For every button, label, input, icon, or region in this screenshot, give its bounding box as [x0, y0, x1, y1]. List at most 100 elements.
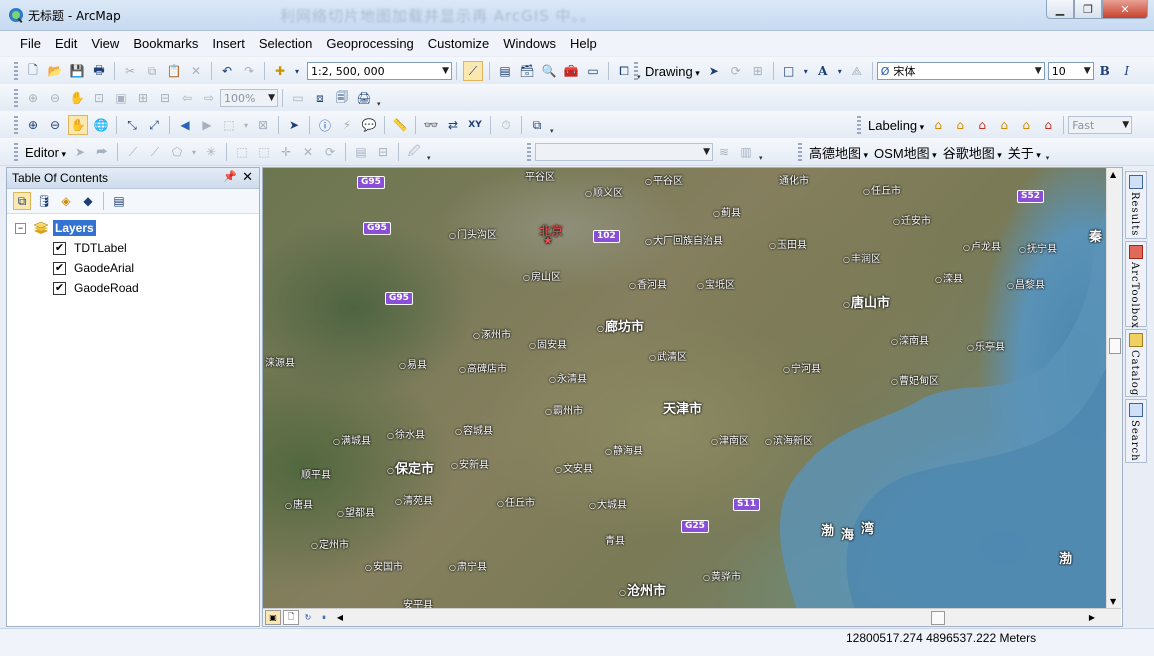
fixed-zoom-out-icon[interactable]: ⊟ — [156, 89, 174, 107]
pin-icon[interactable]: 📌 — [223, 170, 237, 183]
menu-customize[interactable]: Customize — [422, 36, 497, 51]
new-document-icon[interactable]: 🗋 — [24, 62, 42, 80]
menu-view[interactable]: View — [85, 36, 127, 51]
lock-labels-icon[interactable]: ⌂ — [995, 116, 1013, 134]
rotate-icon[interactable]: ⟳ — [321, 143, 339, 161]
pan-icon[interactable]: ✋ — [68, 115, 88, 135]
list-by-source-icon[interactable]: 🛢 — [35, 192, 53, 210]
print-icon[interactable]: 🖶 — [90, 62, 108, 80]
attributes-icon[interactable]: ▤ — [352, 143, 370, 161]
layer-row[interactable]: ✔ TDTLabel — [7, 238, 259, 258]
change-layout-icon[interactable]: 🗐 — [333, 89, 351, 107]
labeling-menu[interactable]: Labeling — [865, 118, 927, 133]
chevron-down-icon[interactable]: ▾ — [242, 116, 250, 134]
select-features-icon[interactable]: ⬚ — [220, 116, 238, 134]
toc-window-icon[interactable]: ▤ — [496, 62, 514, 80]
layers-root[interactable]: − Layers — [7, 218, 259, 238]
layer-visibility-checkbox[interactable]: ✔ — [53, 281, 66, 295]
back-arrow-icon[interactable]: ◀ — [176, 116, 194, 134]
effects-layer-combo[interactable]: ▼ — [535, 143, 713, 161]
swipe-icon[interactable]: ≋ — [715, 143, 733, 161]
find-binoculars-icon[interactable]: 👓 — [422, 116, 440, 134]
polygon-icon[interactable]: ⬠ — [168, 143, 186, 161]
list-by-drawing-order-icon[interactable]: ⧉ — [13, 192, 31, 210]
histogram-icon[interactable]: ▥ — [737, 143, 755, 161]
maximize-button[interactable]: ❐ — [1074, 0, 1102, 19]
point-icon[interactable]: ✳ — [202, 143, 220, 161]
label-priority-icon[interactable]: ⌂ — [951, 116, 969, 134]
zoom-out-layout-icon[interactable]: ⊖ — [46, 89, 64, 107]
edit-vertices-icon[interactable]: ⬚ — [233, 143, 251, 161]
paste-icon[interactable]: 📋 — [165, 62, 183, 80]
menu-windows[interactable]: Windows — [497, 36, 564, 51]
go-to-xy-icon[interactable]: XY — [466, 116, 484, 134]
toolbar-options-icon[interactable]: ▾ — [427, 154, 435, 162]
hyperlink-icon[interactable]: ⚡ — [338, 116, 356, 134]
redo-icon[interactable]: ↷ — [240, 62, 258, 80]
scroll-down-icon[interactable]: ▼ — [1110, 597, 1116, 606]
sketch-properties-icon[interactable]: ⊟ — [374, 143, 392, 161]
chevron-down-icon[interactable]: ▾ — [836, 62, 844, 80]
clear-selection-icon[interactable]: ⊠ — [254, 116, 272, 134]
fixed-zoom-in-icon[interactable]: ⤡ — [123, 116, 141, 134]
drawing-menu[interactable]: Drawing — [642, 64, 703, 79]
trace-icon[interactable]: ⟋ — [146, 143, 164, 161]
scroll-up-icon[interactable]: ▲ — [1110, 170, 1116, 179]
rotate-icon[interactable]: ⟳ — [727, 62, 745, 80]
search-window-icon[interactable]: 🔍 — [540, 62, 558, 80]
vertical-scrollbar[interactable]: ▲ ▼ — [1106, 168, 1122, 608]
full-extent-icon[interactable]: 🌐 — [92, 116, 110, 134]
zoom-whole-page-icon[interactable]: ⊡ — [90, 89, 108, 107]
scroll-thumb[interactable] — [1109, 338, 1121, 354]
split-icon[interactable]: ✕ — [299, 143, 317, 161]
chevron-down-icon[interactable]: ▾ — [190, 143, 198, 161]
chevron-down-icon[interactable]: ▾ — [293, 62, 301, 80]
measure-icon[interactable]: 📏 — [391, 116, 409, 134]
google-map-menu[interactable]: 谷歌地图 — [940, 143, 1005, 162]
fixed-zoom-in-icon[interactable]: ⊞ — [134, 89, 152, 107]
menu-edit[interactable]: Edit — [49, 36, 85, 51]
minimize-button[interactable]: ▁ — [1046, 0, 1074, 19]
model-builder-icon[interactable]: ⧠ — [615, 62, 633, 80]
pan-layout-icon[interactable]: ✋ — [68, 89, 86, 107]
layer-row[interactable]: ✔ GaodeRoad — [7, 278, 259, 298]
zoom-in-layout-icon[interactable]: ⊕ — [24, 89, 42, 107]
list-by-selection-icon[interactable]: ◆ — [79, 192, 97, 210]
menu-selection[interactable]: Selection — [253, 36, 320, 51]
about-menu[interactable]: 关于 — [1005, 143, 1044, 162]
layer-visibility-checkbox[interactable]: ✔ — [53, 261, 66, 275]
cut-icon[interactable]: ✂ — [121, 62, 139, 80]
reshape-icon[interactable]: ⬚ — [255, 143, 273, 161]
menu-file[interactable]: File — [14, 36, 49, 51]
horizontal-scroll-thumb[interactable] — [931, 611, 945, 625]
toc-options-icon[interactable]: ▤ — [110, 192, 128, 210]
osm-map-menu[interactable]: OSM地图 — [871, 143, 940, 162]
scroll-left-icon[interactable]: ◀ — [333, 611, 347, 624]
label-weights-icon[interactable]: ⌂ — [973, 116, 991, 134]
editor-menu[interactable]: Editor — [22, 145, 69, 160]
focus-data-frame-icon[interactable]: ⧈ — [311, 89, 329, 107]
layer-row[interactable]: ✔ GaodeArial — [7, 258, 259, 278]
scroll-right-icon[interactable]: ▶ — [1085, 611, 1099, 624]
catalog-window-icon[interactable]: 🗃 — [518, 62, 536, 80]
close-icon[interactable]: ✕ — [242, 169, 253, 185]
zoom-out-icon[interactable]: ⊖ — [46, 116, 64, 134]
arctoolbox-icon[interactable]: 🧰 — [562, 62, 580, 80]
zoom-in-icon[interactable]: ⊕ — [24, 116, 42, 134]
html-popup-icon[interactable]: 💬 — [360, 116, 378, 134]
menu-bookmarks[interactable]: Bookmarks — [127, 36, 206, 51]
menu-help[interactable]: Help — [564, 36, 605, 51]
dock-tab-results[interactable]: Results — [1125, 171, 1147, 239]
edit-annotation-icon[interactable]: ⮫ — [93, 143, 111, 161]
menu-geoprocessing[interactable]: Geoprocessing — [320, 36, 421, 51]
map-view[interactable]: 平谷区 顺义区 平谷区 通化市 任丘市 蓟县 迁安市 门头沟区 北京 ★ 大厂回… — [263, 168, 1106, 608]
map-scale-combo[interactable]: 1:2, 500, 000 ▼ — [307, 62, 452, 80]
rectangle-icon[interactable]: □ — [780, 62, 798, 80]
toolbar-options-icon[interactable]: ▾ — [550, 127, 558, 135]
python-window-icon[interactable]: ▭ — [584, 62, 602, 80]
data-view-button[interactable]: ▣ — [265, 610, 281, 625]
pause-labeling-icon[interactable]: ⌂ — [1017, 116, 1035, 134]
zoom-100-icon[interactable]: ▣ — [112, 89, 130, 107]
delete-icon[interactable]: ✕ — [187, 62, 205, 80]
dock-tab-arctoolbox[interactable]: ArcToolbox — [1125, 241, 1147, 329]
